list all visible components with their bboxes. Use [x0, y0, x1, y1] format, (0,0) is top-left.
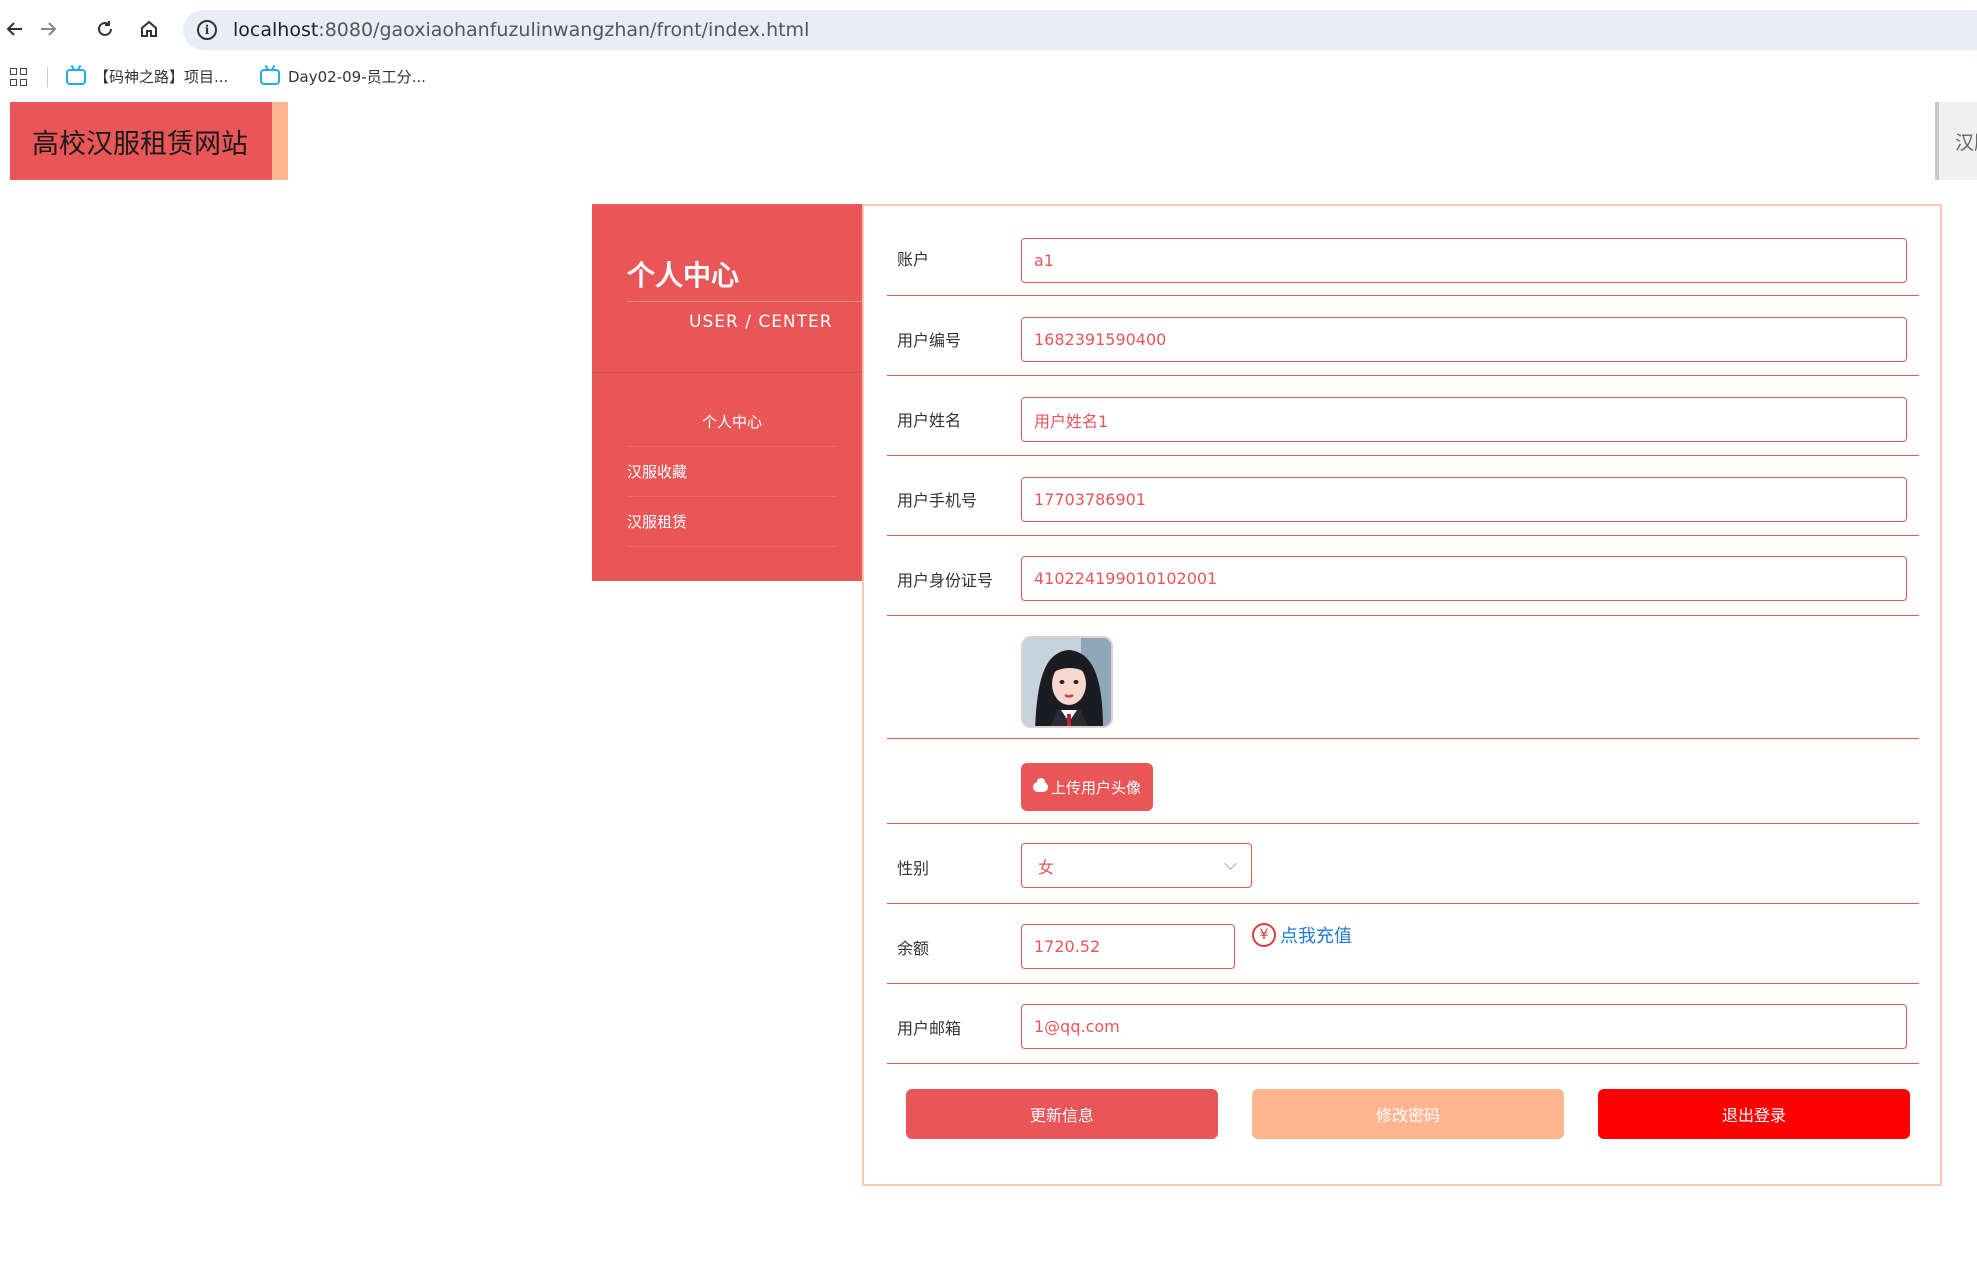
home-icon[interactable]	[134, 14, 164, 44]
forward-icon[interactable]	[33, 14, 63, 44]
user-no-label: 用户编号	[897, 331, 962, 350]
sidebar-item-favorites[interactable]: 汉服收藏	[627, 447, 837, 497]
cloud-upload-icon	[1032, 778, 1048, 792]
bookmarks-bar: 【码神之路】项目... Day02-09-员工分...	[0, 60, 1977, 96]
account-input[interactable]	[1021, 238, 1907, 283]
update-info-button[interactable]: 更新信息	[906, 1089, 1218, 1139]
bookmark-label: Day02-09-员工分...	[288, 68, 426, 86]
form-row-phone: 用户手机号	[887, 456, 1919, 536]
browser-toolbar: i localhost:8080/gaoxiaohanfuzulinwangzh…	[0, 0, 1977, 60]
form-row-name: 用户姓名	[887, 376, 1919, 456]
user-avatar	[1021, 636, 1113, 728]
sidebar-item-rentals[interactable]: 汉服租赁	[627, 497, 837, 547]
site-logo[interactable]: 高校汉服租赁网站	[10, 102, 272, 180]
phone-label: 用户手机号	[897, 491, 978, 510]
sidebar-title: 个人中心	[627, 259, 740, 292]
form-row-email: 用户邮箱	[887, 984, 1919, 1064]
url-text: localhost:8080/gaoxiaohanfuzulinwangzhan…	[233, 19, 810, 41]
balance-label: 余额	[897, 939, 930, 958]
recharge-label: 点我充值	[1280, 926, 1352, 947]
logout-button[interactable]: 退出登录	[1598, 1089, 1910, 1139]
sidebar-divider	[592, 372, 862, 373]
address-bar[interactable]: i localhost:8080/gaoxiaohanfuzulinwangzh…	[183, 10, 1977, 50]
id-input[interactable]	[1021, 556, 1907, 601]
form-row-id: 用户身份证号	[887, 536, 1919, 616]
upload-button-label: 上传用户头像	[1050, 778, 1141, 797]
form-row-balance: 余额 ¥ 点我充值	[887, 904, 1919, 984]
bookmarks-separator	[47, 67, 48, 87]
account-label: 账户	[897, 250, 930, 269]
email-input[interactable]	[1021, 1004, 1907, 1049]
bilibili-icon	[66, 68, 86, 85]
apps-grid-icon[interactable]	[10, 68, 28, 86]
sidebar-title-divider	[627, 301, 862, 302]
right-nav-tab[interactable]: 汉服	[1935, 102, 1977, 180]
upload-avatar-button[interactable]: 上传用户头像	[1021, 763, 1153, 811]
name-label: 用户姓名	[897, 411, 962, 430]
user-info-form: 账户 用户编号 用户姓名 用户手机号 用户身份证号	[862, 204, 1942, 1186]
form-row-account: 账户	[887, 206, 1919, 296]
gender-select[interactable]: 女	[1021, 843, 1252, 888]
email-label: 用户邮箱	[897, 1019, 962, 1038]
user-center-sidebar: 个人中心 USER / CENTER 个人中心 汉服收藏 汉服租赁	[592, 204, 862, 581]
form-row-user-no: 用户编号	[887, 296, 1919, 376]
form-row-gender: 性别 女	[887, 824, 1919, 904]
phone-input[interactable]	[1021, 477, 1907, 522]
bilibili-icon	[260, 68, 280, 85]
gender-selected-value: 女	[1038, 857, 1055, 877]
balance-input[interactable]	[1021, 924, 1235, 969]
bookmark-item-2[interactable]: Day02-09-员工分...	[260, 66, 426, 87]
recharge-link[interactable]: ¥ 点我充值	[1252, 922, 1352, 948]
chevron-down-icon	[1224, 856, 1237, 870]
name-input[interactable]	[1021, 397, 1907, 442]
sidebar-item-user-center[interactable]: 个人中心	[627, 397, 837, 447]
form-row-avatar	[887, 616, 1919, 739]
yen-icon: ¥	[1252, 923, 1276, 947]
bookmark-label: 【码神之路】项目...	[94, 68, 229, 86]
change-password-button[interactable]: 修改密码	[1252, 1089, 1564, 1139]
user-no-input[interactable]	[1021, 317, 1907, 362]
site-info-icon[interactable]: i	[197, 20, 217, 40]
sidebar-subtitle: USER / CENTER	[689, 312, 833, 332]
site-logo-accent	[272, 102, 288, 180]
form-row-upload: 上传用户头像	[887, 739, 1919, 824]
back-icon[interactable]	[0, 14, 30, 44]
bookmark-item-1[interactable]: 【码神之路】项目...	[66, 66, 228, 87]
reload-icon[interactable]	[90, 14, 120, 44]
id-label: 用户身份证号	[897, 571, 994, 590]
gender-label: 性别	[897, 859, 930, 878]
